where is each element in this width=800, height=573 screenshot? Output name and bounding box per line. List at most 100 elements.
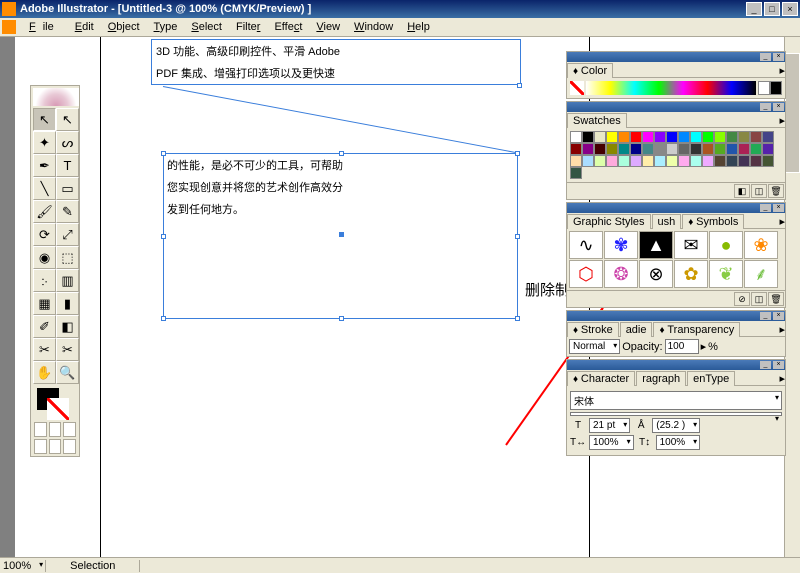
swatch[interactable] xyxy=(750,155,762,167)
panel-close-icon[interactable]: × xyxy=(773,204,784,212)
scrollbar-thumb[interactable] xyxy=(785,53,800,173)
pen-tool[interactable]: ✒ xyxy=(33,154,56,177)
swatch[interactable] xyxy=(702,143,714,155)
swatch[interactable] xyxy=(678,131,690,143)
style-swatch[interactable]: ✾ xyxy=(604,231,638,259)
panel-close-icon[interactable]: × xyxy=(773,103,784,111)
tab-transparency[interactable]: ♦ Transparency xyxy=(653,322,740,337)
vscale-input[interactable]: 100% xyxy=(656,435,701,450)
none-swatch-icon[interactable] xyxy=(570,81,584,95)
selection-tool[interactable]: ↖ xyxy=(33,108,56,131)
handle-s[interactable] xyxy=(339,316,344,321)
swatch[interactable] xyxy=(714,143,726,155)
swatch-delete-icon[interactable]: 🗑 xyxy=(768,184,784,198)
swatch[interactable] xyxy=(594,131,606,143)
menu-edit[interactable]: Edit xyxy=(68,19,101,35)
rectangle-tool[interactable]: ▭ xyxy=(56,177,79,200)
panel-close-icon[interactable]: × xyxy=(773,361,784,369)
warp-tool[interactable]: ◉ xyxy=(33,246,56,269)
text1-outport-icon[interactable] xyxy=(517,83,522,88)
swatch[interactable] xyxy=(678,155,690,167)
doc-sys-icon[interactable] xyxy=(2,20,16,34)
blend-tool[interactable]: ◧ xyxy=(56,315,79,338)
swatch-show-icon[interactable]: ◧ xyxy=(734,184,750,198)
font-style-select[interactable] xyxy=(570,412,782,416)
handle-sw[interactable] xyxy=(161,316,166,321)
graph-tool[interactable]: ▥ xyxy=(56,269,79,292)
line-tool[interactable]: ╲ xyxy=(33,177,56,200)
swatch[interactable] xyxy=(618,143,630,155)
swatch[interactable] xyxy=(594,143,606,155)
swatch[interactable] xyxy=(750,143,762,155)
font-size-input[interactable]: 21 pt xyxy=(589,418,630,433)
handle-ne[interactable] xyxy=(515,151,520,156)
tab-character[interactable]: ♦ Character xyxy=(567,371,635,386)
swatch[interactable] xyxy=(762,155,774,167)
swatch[interactable] xyxy=(654,143,666,155)
close-button[interactable]: × xyxy=(782,2,798,16)
style-swatch[interactable]: ⊗ xyxy=(639,260,673,288)
panel-minimize-icon[interactable]: _ xyxy=(760,53,771,61)
panel-close-icon[interactable]: × xyxy=(773,312,784,320)
minimize-button[interactable]: _ xyxy=(746,2,762,16)
panel-menu-icon[interactable]: ▸ xyxy=(779,323,785,336)
panel-menu-icon[interactable]: ▸ xyxy=(779,372,785,385)
swatch[interactable] xyxy=(762,131,774,143)
zoom-tool[interactable]: 🔍 xyxy=(56,361,79,384)
panel-close-icon[interactable]: × xyxy=(773,53,784,61)
swatch[interactable] xyxy=(654,155,666,167)
color-spectrum[interactable] xyxy=(586,81,756,95)
screen-mode-standard[interactable] xyxy=(34,439,47,454)
swatch[interactable] xyxy=(690,143,702,155)
screen-mode-full-menu[interactable] xyxy=(49,439,62,454)
tab-gradient[interactable]: adie xyxy=(620,322,653,337)
swatch[interactable] xyxy=(630,143,642,155)
swatch[interactable] xyxy=(750,131,762,143)
swatch[interactable] xyxy=(726,143,738,155)
eyedropper-tool[interactable]: ✐ xyxy=(33,315,56,338)
artboard[interactable]: 3D 功能、高级印刷控件、平滑 Adobe PDF 集成、增强打印选项以及更快速 xyxy=(100,37,590,557)
style-swatch[interactable]: ⬡ xyxy=(569,260,603,288)
color-mode-icon[interactable] xyxy=(34,422,47,437)
type-tool[interactable]: T xyxy=(56,154,79,177)
style-swatch[interactable]: ∿ xyxy=(569,231,603,259)
handle-w[interactable] xyxy=(161,234,166,239)
menu-select[interactable]: Select xyxy=(184,19,229,35)
scissors-tool[interactable]: ✂ xyxy=(56,338,79,361)
swatch[interactable] xyxy=(714,155,726,167)
swatch[interactable] xyxy=(726,131,738,143)
panel-minimize-icon[interactable]: _ xyxy=(760,361,771,369)
tab-stroke[interactable]: ♦ Stroke xyxy=(567,322,619,337)
tab-color[interactable]: ♦ Color xyxy=(567,63,613,78)
swatch[interactable] xyxy=(666,143,678,155)
white-swatch[interactable] xyxy=(758,81,770,95)
style-new-icon[interactable]: ◫ xyxy=(751,292,767,306)
swatch[interactable] xyxy=(702,155,714,167)
swatch[interactable] xyxy=(606,131,618,143)
stroke-color-icon[interactable] xyxy=(47,398,69,420)
swatch[interactable] xyxy=(738,155,750,167)
tab-opentype[interactable]: enType xyxy=(687,371,735,386)
swatch[interactable] xyxy=(666,155,678,167)
swatch[interactable] xyxy=(582,131,594,143)
panel-menu-icon[interactable]: ▸ xyxy=(779,64,785,77)
style-swatch[interactable]: ▲ xyxy=(639,231,673,259)
panel-minimize-icon[interactable]: _ xyxy=(760,103,771,111)
style-swatch[interactable]: ✉ xyxy=(674,231,708,259)
blend-mode-select[interactable]: Normal xyxy=(569,339,620,354)
menu-filter[interactable]: Filter xyxy=(229,19,267,35)
swatch[interactable] xyxy=(642,155,654,167)
swatch[interactable] xyxy=(570,143,582,155)
menu-type[interactable]: Type xyxy=(147,19,185,35)
pencil-tool[interactable]: ✎ xyxy=(56,200,79,223)
swatch[interactable] xyxy=(738,143,750,155)
swatch[interactable] xyxy=(654,131,666,143)
tab-paragraph[interactable]: ragraph xyxy=(636,371,686,386)
swatch[interactable] xyxy=(606,143,618,155)
panel-menu-icon[interactable]: ▸ xyxy=(779,215,785,228)
swatch[interactable] xyxy=(618,155,630,167)
lasso-tool[interactable]: ᔕ xyxy=(56,131,79,154)
opacity-input[interactable]: 100 xyxy=(665,339,699,354)
hand-tool[interactable]: ✋ xyxy=(33,361,56,384)
leading-input[interactable]: (25.2 ) xyxy=(652,418,700,433)
